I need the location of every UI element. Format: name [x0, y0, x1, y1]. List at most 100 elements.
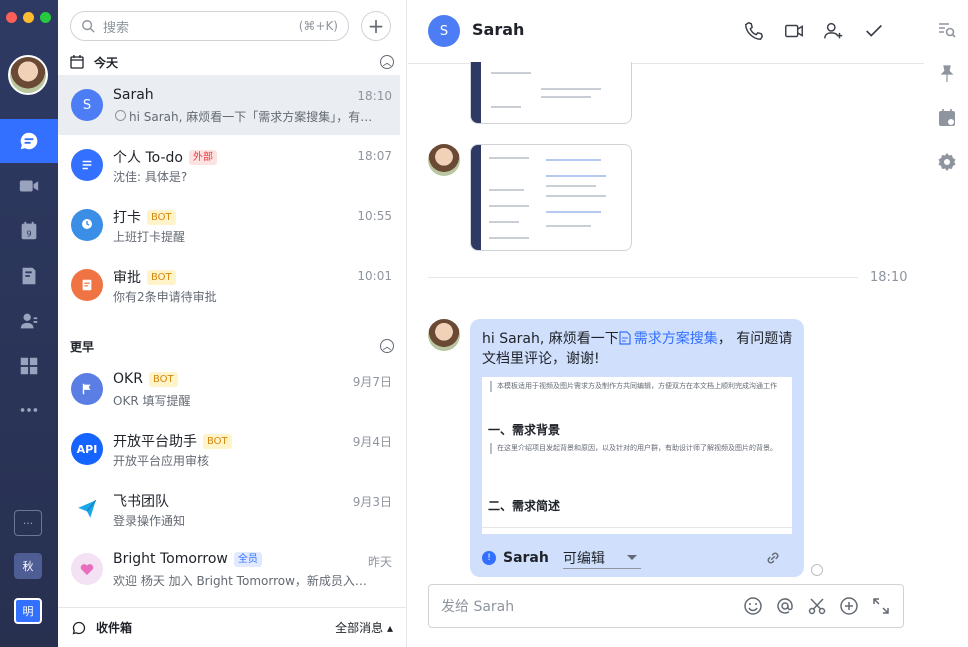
- all-members-badge: 全员: [233, 551, 262, 567]
- avatar: S: [71, 89, 103, 121]
- nav-more[interactable]: [0, 388, 58, 432]
- bot-badge: BOT: [147, 209, 176, 225]
- permission-dropdown[interactable]: 可编辑: [562, 548, 641, 569]
- chat-row-sarah[interactable]: S Sarah 18:10 hi Sarah, 麻烦看一下「需求方案搜集」，有问…: [58, 75, 400, 135]
- more-dots-icon: [20, 408, 38, 412]
- chat-avatar[interactable]: S: [428, 15, 460, 47]
- nav-workplace[interactable]: [0, 344, 58, 388]
- plus-icon: +: [367, 14, 385, 38]
- doc-body-1: 在这里介绍项目发起背景和原因，以及针对的用户群，有助设计师了解视频及图片的背景。: [490, 443, 790, 454]
- mention-icon[interactable]: [775, 596, 795, 616]
- maximize-window-button[interactable]: [40, 12, 51, 23]
- workspace-initial: 明: [22, 605, 34, 618]
- section-earlier-header: 更早 ︿: [70, 335, 394, 357]
- add-circle-icon[interactable]: [839, 596, 859, 616]
- inbox-label[interactable]: 收件箱: [96, 619, 132, 636]
- more-apps-button[interactable]: ···: [14, 510, 42, 536]
- chat-time: 9月3日: [352, 495, 392, 509]
- collapse-earlier-button[interactable]: ︿: [380, 339, 394, 353]
- inbox-chat-icon: [72, 621, 86, 634]
- scissors-icon[interactable]: [807, 596, 827, 616]
- chat-row-clock-in[interactable]: 打卡 BOT 10:55 上班打卡提醒: [58, 195, 400, 255]
- api-icon: API: [71, 433, 103, 465]
- chat-row-approval[interactable]: 审批 BOT 10:01 你有2条申请待审批: [58, 255, 400, 315]
- section-today-header: 今天 ︿: [70, 51, 394, 73]
- conversation-panel: S Sarah 18:10 hi Sarah, 麻烦看一下 需求方案搜集， 有问…: [408, 0, 924, 647]
- workspace-avatar[interactable]: 秋: [14, 553, 42, 579]
- expand-icon[interactable]: [871, 596, 891, 616]
- image-message[interactable]: [470, 144, 632, 251]
- doc-heading-1: 一、需求背景: [488, 423, 561, 437]
- chat-time: 9月7日: [352, 375, 392, 389]
- doc-heading-2: 二、需求简述: [488, 499, 561, 513]
- chat-preview: 上班打卡提醒: [113, 230, 186, 244]
- bot-badge: BOT: [148, 371, 178, 387]
- chat-name: 个人 To-do: [113, 150, 183, 166]
- message-text: hi Sarah, 麻烦看一下 需求方案搜集， 有问题请文档里评论，谢谢!: [482, 329, 794, 369]
- video-camera-icon: [19, 180, 39, 192]
- create-button[interactable]: +: [361, 11, 391, 41]
- doc-link[interactable]: 需求方案搜集: [619, 331, 718, 347]
- chat-preview: hi Sarah, 麻烦看一下「需求方案搜集」，有问题请文档里评论，谢谢！: [129, 110, 373, 124]
- info-icon: !: [482, 551, 496, 565]
- calendar-icon: 9: [21, 221, 37, 240]
- chat-time: 9月4日: [352, 435, 392, 449]
- nav-messages[interactable]: [0, 119, 58, 163]
- my-avatar[interactable]: [8, 55, 48, 95]
- chat-row-bright-tomorrow[interactable]: Bright Tomorrow 全员 昨天 欢迎 杨天 加入 Bright Tom…: [58, 539, 400, 599]
- chat-bubble-icon: [20, 132, 38, 150]
- nav-rail: 9 ··· 秋 明: [0, 0, 58, 647]
- add-member-icon[interactable]: [823, 20, 845, 42]
- search-history-icon[interactable]: [937, 20, 957, 40]
- nav-calendar[interactable]: 9: [0, 209, 58, 253]
- calendar-event-icon[interactable]: [937, 108, 957, 128]
- read-status-icon: [811, 564, 823, 576]
- chat-name: Bright Tomorrow: [113, 551, 228, 567]
- checkmark-icon[interactable]: [863, 20, 885, 42]
- all-messages-filter[interactable]: 全部消息 ▴: [335, 619, 393, 636]
- doc-owner: Sarah: [503, 550, 549, 566]
- link-icon[interactable]: [764, 549, 782, 567]
- pin-icon[interactable]: [937, 64, 957, 84]
- app-grid-icon: [20, 357, 38, 375]
- location-clock-icon: [71, 209, 103, 241]
- chat-row-okr[interactable]: OKR BOT 9月7日 OKR 填写提醒: [58, 359, 400, 419]
- search-placeholder: 搜索: [103, 20, 130, 36]
- ellipsis-icon: ···: [22, 516, 34, 530]
- video-call-icon[interactable]: [783, 20, 805, 42]
- chat-row-todo[interactable]: 个人 To-do 外部 18:07 沈佳: 具体是?: [58, 135, 400, 195]
- list-footer: 收件箱 全部消息 ▴: [58, 607, 407, 647]
- chat-name: Sarah: [113, 87, 154, 103]
- bot-badge: BOT: [147, 269, 176, 285]
- section-earlier-label: 更早: [70, 339, 95, 354]
- doc-meta-row: ! Sarah 可编辑: [482, 547, 782, 569]
- chat-name: 飞书团队: [113, 494, 169, 510]
- workspace-avatar-active[interactable]: 明: [14, 598, 42, 624]
- chat-time: 10:01: [357, 269, 392, 283]
- phone-icon[interactable]: [743, 20, 765, 42]
- message-composer[interactable]: 发给 Sarah: [428, 584, 904, 628]
- collapse-today-button[interactable]: ︿: [380, 55, 394, 69]
- minimize-window-button[interactable]: [23, 12, 34, 23]
- image-message[interactable]: [470, 62, 632, 124]
- chat-title[interactable]: Sarah: [472, 20, 524, 39]
- emoji-icon[interactable]: [743, 596, 763, 616]
- nav-docs[interactable]: [0, 254, 58, 298]
- all-messages-label: 全部消息: [335, 621, 384, 635]
- settings-gear-icon[interactable]: [937, 152, 957, 172]
- section-today-label: 今天: [94, 55, 119, 70]
- sender-avatar[interactable]: [428, 144, 460, 176]
- search-box[interactable]: 搜索 (⌘+K): [70, 11, 349, 41]
- composer-tools: [743, 596, 891, 616]
- chat-time: 10:55: [357, 209, 392, 223]
- nav-video[interactable]: [0, 164, 58, 208]
- close-window-button[interactable]: [6, 12, 17, 23]
- nav-contacts[interactable]: [0, 299, 58, 343]
- todo-list-icon: [71, 149, 103, 181]
- chat-row-open-platform[interactable]: API 开放平台助手 BOT 9月4日 开放平台应用审核: [58, 419, 400, 479]
- chat-row-feishu-team[interactable]: 飞书团队 9月3日 登录操作通知: [58, 479, 400, 539]
- doc-preview-card[interactable]: 本模板适用于视频及图片需求方及制作方共同编辑，方便双方在本文档上顺利完成沟通工作…: [482, 377, 792, 534]
- pending-circle-icon: [115, 110, 126, 121]
- contacts-icon: [20, 313, 38, 329]
- sender-avatar[interactable]: [428, 319, 460, 351]
